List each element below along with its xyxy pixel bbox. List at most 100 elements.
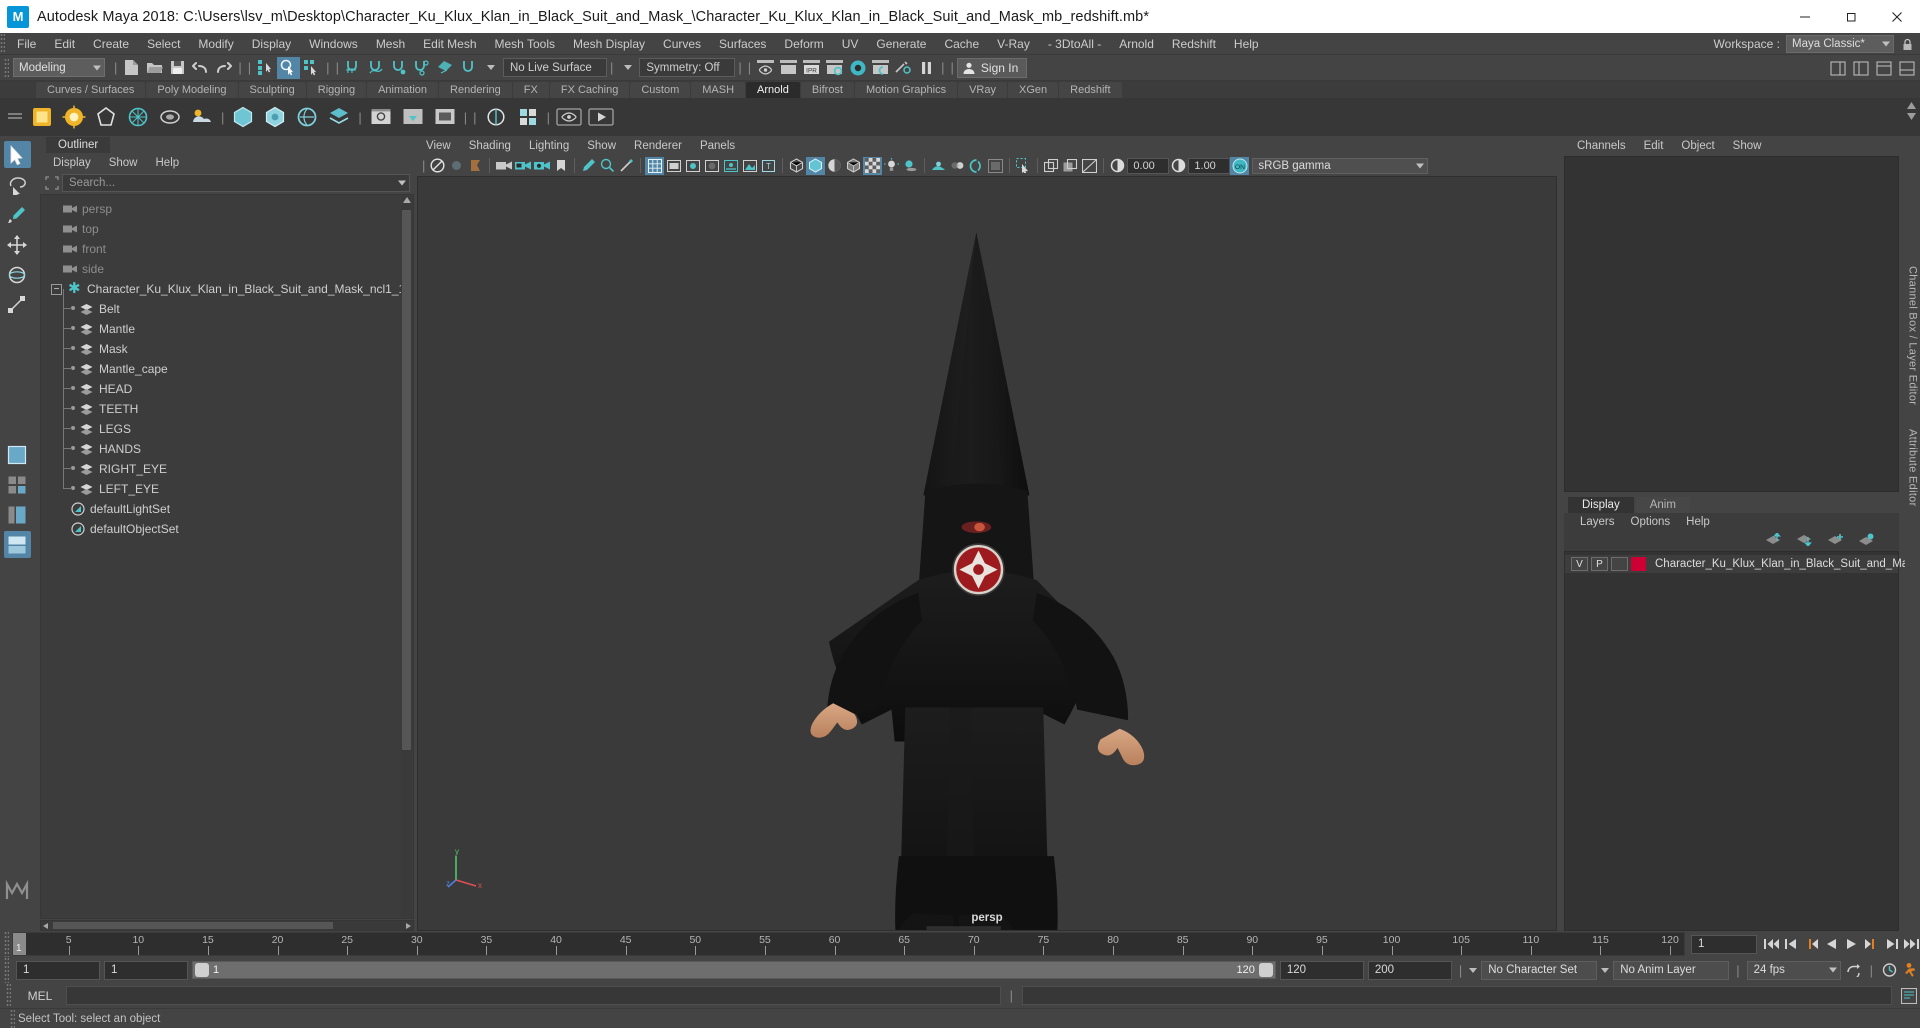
move-tool-button[interactable] — [4, 231, 31, 258]
menu-gripper[interactable] — [0, 33, 5, 54]
select-by-hierarchy-button[interactable] — [254, 57, 277, 79]
outliner-item-mantle-cape[interactable]: Mantle_cape — [41, 349, 413, 379]
tab-display-layers[interactable]: Display — [1568, 497, 1634, 513]
new-scene-button[interactable] — [120, 57, 143, 79]
scroll-right-icon[interactable] — [406, 923, 411, 930]
snap-to-view-planes-button[interactable] — [434, 57, 457, 79]
wireframe-shading-icon[interactable] — [787, 157, 806, 175]
shaded-wireframe-icon[interactable] — [844, 157, 863, 175]
viewport-shadows-icon[interactable] — [901, 157, 920, 175]
gamma-field[interactable]: 1.00 — [1188, 157, 1231, 174]
arnold-flush-cache-icon[interactable] — [399, 103, 427, 131]
prev-key-button[interactable] — [1802, 934, 1820, 954]
menu-arnold[interactable]: Arnold — [1110, 33, 1163, 55]
outliner-item-persp[interactable]: persp — [41, 199, 413, 219]
shelf-options-menu[interactable] — [4, 112, 26, 122]
step-forward-button[interactable] — [1882, 934, 1900, 954]
shelf-tab-curves-surfaces[interactable]: Curves / Surfaces — [36, 82, 146, 98]
pause-render-button[interactable] — [915, 57, 938, 79]
select-by-object-type-button[interactable] — [277, 56, 301, 79]
outliner-item-default-light-set[interactable]: defaultLightSet — [41, 499, 413, 519]
lock-camera-icon[interactable] — [447, 157, 466, 175]
vp-panel-tearoff-icon[interactable] — [1061, 157, 1080, 175]
outliner-search-input[interactable]: Search... — [62, 174, 410, 192]
script-editor-button[interactable] — [1898, 985, 1920, 1007]
playhead[interactable]: 1 — [13, 933, 26, 956]
chevron-down-icon[interactable] — [398, 180, 406, 186]
outliner-item-head[interactable]: HEAD — [41, 369, 413, 399]
outliner-item-mask[interactable]: Mask — [41, 329, 413, 359]
arnold-play-icon[interactable] — [587, 103, 615, 131]
arnold-light-portal-icon[interactable] — [156, 103, 184, 131]
shaded-flat-icon[interactable] — [825, 157, 844, 175]
play-forwards-button[interactable] — [1842, 934, 1860, 954]
outliner-item-teeth[interactable]: TEETH — [41, 389, 413, 419]
add-layer-selected-icon[interactable] — [1858, 533, 1875, 549]
scale-tool-button[interactable] — [4, 291, 31, 318]
gamma-icon[interactable] — [1169, 157, 1188, 175]
outliner-tab[interactable]: Outliner — [46, 137, 111, 153]
render-settings-button[interactable] — [823, 57, 846, 79]
texture-display-icon[interactable] — [863, 156, 883, 175]
go-to-end-button[interactable] — [1902, 934, 1920, 954]
viewport-menu-lighting[interactable]: Lighting — [520, 136, 578, 156]
outliner-vertical-scrollbar[interactable] — [401, 196, 412, 918]
viewport-menu-show[interactable]: Show — [578, 136, 625, 156]
arnold-area-light-icon[interactable] — [28, 103, 56, 131]
mel-label[interactable]: MEL — [20, 989, 60, 1003]
isolate-select-icon[interactable] — [1014, 157, 1033, 175]
outliner-item-hands[interactable]: HANDS — [41, 429, 413, 459]
shelf-tab-fx[interactable]: FX — [512, 82, 549, 98]
outliner-item-left-eye[interactable]: LEFT_EYE — [41, 469, 413, 499]
gamma-correction-icon[interactable] — [986, 157, 1005, 175]
outliner-item-right-eye[interactable]: RIGHT_EYE — [41, 449, 413, 479]
redo-button[interactable] — [212, 57, 235, 79]
time-slider[interactable]: 1 5 10 15 20 25 30 35 40 45 50 55 60 65 70 75 80 85 90 95 1… — [12, 932, 1685, 957]
move-layer-up-icon[interactable] — [1765, 532, 1782, 549]
arnold-skydome-light-icon[interactable] — [60, 103, 88, 131]
use-all-lights-icon[interactable] — [702, 157, 721, 175]
viewport-menu-renderer[interactable]: Renderer — [625, 136, 691, 156]
move-layer-down-icon[interactable] — [1796, 533, 1813, 549]
layer-visibility-toggle[interactable]: V — [1571, 557, 1588, 571]
range-start-field[interactable]: 1 — [16, 960, 100, 980]
cb-menu-channels[interactable]: Channels — [1568, 136, 1635, 156]
ambient-occlusion-icon[interactable] — [740, 157, 759, 175]
search-icon[interactable] — [42, 174, 62, 192]
snap-to-point-button[interactable] — [388, 57, 411, 79]
anim-start-field[interactable]: 1 — [104, 960, 188, 980]
anim-layer-field[interactable]: No Anim Layer — [1613, 960, 1730, 980]
tab-anim-layers[interactable]: Anim — [1635, 497, 1690, 513]
outliner-item-side[interactable]: side — [41, 259, 413, 279]
shelf-tab-bifrost[interactable]: Bifrost — [800, 82, 854, 98]
arnold-scene-source-icon[interactable] — [293, 103, 321, 131]
xray-joints-icon[interactable] — [617, 157, 636, 175]
outliner-menu-display[interactable]: Display — [44, 153, 100, 173]
shelf-tab-redshift[interactable]: Redshift — [1059, 82, 1122, 98]
render-view-button[interactable] — [869, 57, 892, 79]
timeslider-gripper[interactable] — [4, 931, 9, 958]
arnold-open-ipr-icon[interactable] — [431, 103, 459, 131]
mel-input[interactable] — [66, 986, 1001, 1006]
vp-panel-close-icon[interactable] — [1080, 157, 1099, 175]
cb-menu-show[interactable]: Show — [1724, 136, 1771, 156]
cb-menu-edit[interactable]: Edit — [1635, 136, 1673, 156]
snap-to-grid-button[interactable] — [342, 57, 365, 79]
step-back-button[interactable] — [1782, 934, 1800, 954]
bookmark-icon[interactable] — [551, 157, 570, 175]
make-live-button[interactable] — [457, 57, 480, 79]
shelf-tab-custom[interactable]: Custom — [630, 82, 691, 98]
character-set-field[interactable]: No Character Set — [1481, 960, 1598, 980]
arnold-utilities-icon[interactable] — [514, 103, 542, 131]
next-key-button[interactable] — [1862, 934, 1880, 954]
shelf-tab-rendering[interactable]: Rendering — [439, 82, 512, 98]
arnold-layers-icon[interactable] — [325, 103, 353, 131]
statusbar-gripper[interactable] — [10, 1009, 15, 1028]
rail-label-attribute-editor[interactable]: Attribute Editor — [1907, 429, 1919, 507]
cb-menu-object[interactable]: Object — [1672, 136, 1723, 156]
menu-display[interactable]: Display — [243, 33, 300, 55]
statusline-gripper[interactable] — [4, 57, 9, 78]
menu-curves[interactable]: Curves — [654, 33, 710, 55]
layer-playback-toggle[interactable]: P — [1591, 557, 1608, 571]
exposure-icon[interactable] — [1108, 157, 1127, 175]
